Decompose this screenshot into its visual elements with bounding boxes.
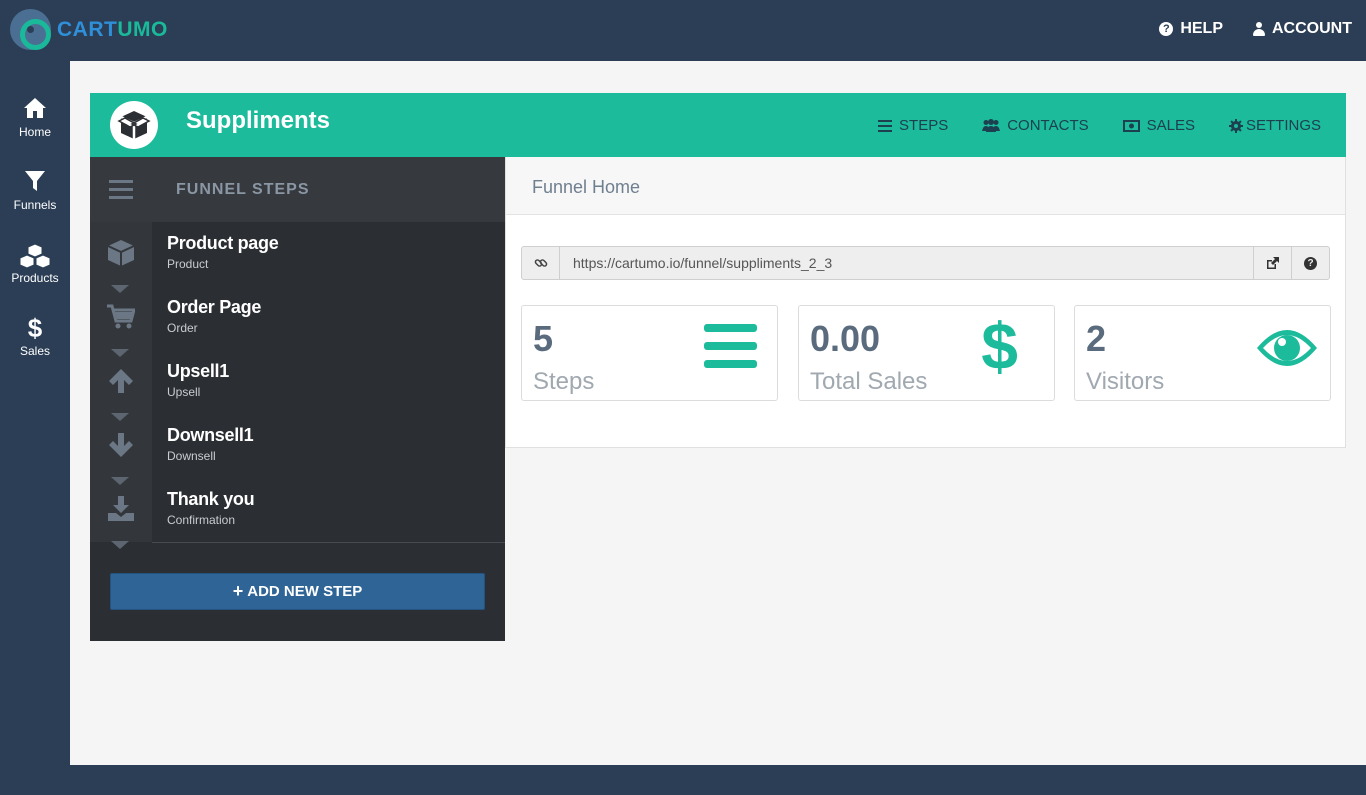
open-url-button[interactable] [1253,247,1291,279]
sidebar-item-label: Sales [19,344,51,358]
cube-icon [104,238,138,268]
cubes-icon [0,243,70,269]
step-item[interactable]: Product page Product [90,222,505,293]
tab-steps-label: STEPS [899,117,949,134]
step-name: Order Page [167,297,262,317]
stat-card-total-sales: 0.00 Total Sales $ [798,305,1055,401]
step-name: Upsell1 [167,361,229,381]
gear-icon [1228,118,1243,133]
sidebar-item-funnels[interactable]: Funnels [0,170,70,212]
stat-value: 5 [533,318,554,359]
external-link-icon [1267,256,1279,269]
stat-label: Steps [533,368,595,395]
eye-icon [1256,326,1318,375]
add-new-step-label: ADD NEW STEP [247,583,363,600]
step-name: Downsell1 [167,425,254,445]
user-icon [1253,22,1265,36]
funnel-home-panel: Funnel Home https://cartumo.io/funnel/su… [505,157,1346,448]
tab-sales-label: SALES [1146,117,1195,134]
brand-name: CARTUMO [57,17,168,41]
sidebar-item-products[interactable]: Products [0,243,70,285]
help-label: HELP [1180,20,1223,37]
arrow-down-icon [104,430,138,460]
stat-card-steps: 5 Steps [521,305,778,401]
steps-divider [152,542,505,543]
funnel-url-field[interactable]: https://cartumo.io/funnel/suppliments_2_… [560,247,1253,279]
help-link[interactable]: ? HELP [1159,20,1223,38]
sidebar-item-label: Home [18,125,51,139]
step-type: Confirmation [167,513,236,527]
tab-contacts-label: CONTACTS [1007,117,1089,134]
step-item[interactable]: Downsell1 Downsell [90,414,505,485]
step-type: Product [167,257,209,271]
funnel-home-header: Funnel Home [506,157,1345,215]
funnel-url-group: https://cartumo.io/funnel/suppliments_2_… [521,246,1330,280]
sidebar-item-label: Funnels [13,198,57,212]
tab-contacts[interactable]: CONTACTS [982,117,1089,134]
stat-card-visitors: 2 Visitors [1074,305,1331,401]
step-type: Upsell [167,385,201,399]
step-connector-arrow [111,541,129,549]
step-item[interactable]: Upsell1 Upsell [90,350,505,421]
link-icon [522,247,560,279]
account-link[interactable]: ACCOUNT [1253,20,1352,38]
filter-icon [0,170,70,194]
tab-settings[interactable]: SETTINGS [1228,117,1321,134]
funnel-title: Suppliments [186,107,331,134]
list-icon [878,119,893,132]
funnel-header: Suppliments STEPS CONTACTS SALES SETTING… [90,93,1346,157]
stat-value: 0.00 [810,318,881,359]
hamburger-icon [109,179,133,199]
tab-steps[interactable]: STEPS [878,117,948,134]
tab-settings-label: SETTINGS [1245,117,1321,134]
step-item[interactable]: Thank you Confirmation [90,478,505,549]
dollar-icon: $ [27,313,43,343]
sidebar-item-sales[interactable]: $ Sales [0,313,70,358]
step-name: Product page [167,233,279,253]
question-circle-icon: ? [1304,256,1317,270]
funnel-steps-panel: FUNNEL STEPS Product page Product Order … [90,157,505,641]
cart-icon [104,302,138,332]
home-icon [0,97,70,121]
tab-sales[interactable]: SALES [1122,117,1195,134]
stat-value: 2 [1086,318,1107,359]
step-type: Downsell [167,449,216,463]
steps-header: FUNNEL STEPS [90,157,505,222]
funnel-box-icon [110,101,158,149]
funnel-home-title: Funnel Home [532,177,641,197]
menu-toggle-button[interactable] [90,157,152,222]
stat-label: Total Sales [810,368,928,395]
top-bar: CARTUMO ? HELP ACCOUNT [0,0,1366,61]
download-icon [104,494,138,524]
question-circle-icon: ? [1159,22,1174,36]
bottom-bar [0,765,1366,795]
logo-gear-icon [10,9,51,50]
step-item[interactable]: Order Page Order [90,286,505,357]
help-button[interactable]: ? [1291,247,1329,279]
money-icon [1122,119,1140,132]
step-type: Order [167,321,198,335]
plus-icon: + [232,581,244,601]
account-label: ACCOUNT [1272,20,1352,37]
dollar-icon: $ [981,309,1018,383]
users-icon [982,119,1001,132]
add-new-step-button[interactable]: + ADD NEW STEP [110,573,485,610]
step-name: Thank you [167,489,255,509]
left-sidebar: Home Funnels Products $ Sales [0,61,70,765]
stat-label: Visitors [1086,368,1165,395]
sidebar-item-home[interactable]: Home [0,97,70,139]
sidebar-item-label: Products [11,271,59,285]
arrow-up-icon [104,366,138,396]
steps-title: FUNNEL STEPS [176,181,310,198]
brand-logo[interactable]: CARTUMO [10,9,168,50]
bars-icon [704,324,757,374]
